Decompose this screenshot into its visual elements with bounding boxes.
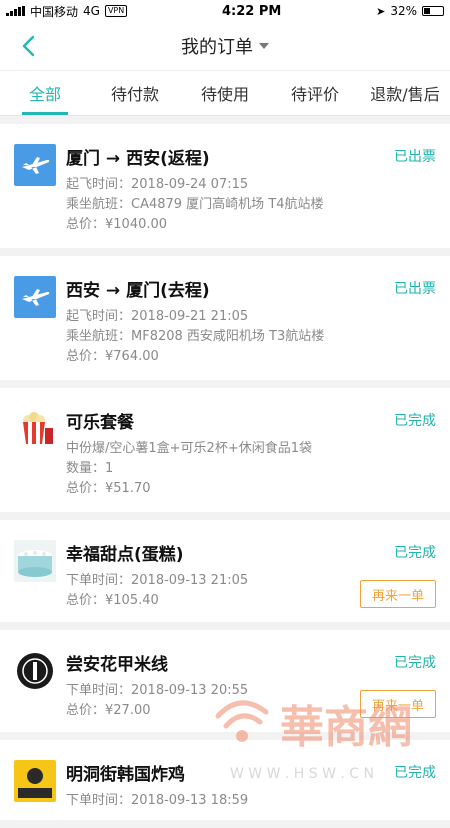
order-status: 已出票 — [394, 149, 436, 165]
tab-pending-payment[interactable]: 待付款 — [90, 71, 180, 115]
order-status: 已完成 — [394, 545, 436, 561]
page-title: 我的订单 — [181, 37, 253, 58]
tab-pending-review[interactable]: 待评价 — [270, 71, 360, 115]
vpn-badge: VPN — [104, 5, 128, 17]
cake-icon — [14, 540, 56, 582]
order-detail-line: 乘坐航班：CA4879 厦门高崎机场 T4航站楼 — [66, 197, 324, 212]
popcorn-icon — [14, 408, 56, 450]
cola-combo-thumbnail — [14, 408, 56, 450]
order-title: 西安 → 厦门(去程) — [66, 281, 210, 301]
signal-icon — [6, 6, 25, 16]
reorder-button[interactable]: 再来一单 — [360, 580, 436, 608]
battery-icon — [421, 6, 444, 16]
noodle-shop-thumbnail — [14, 650, 56, 692]
nav-bar: 我的订单 — [0, 22, 450, 70]
order-title: 幸福甜点(蛋糕) — [66, 545, 184, 565]
order-status: 已完成 — [394, 655, 436, 671]
shop-logo-icon — [14, 760, 56, 802]
location-icon: ➤ — [376, 4, 386, 18]
order-quantity: 数量：1 — [66, 461, 114, 476]
carrier-label: 中国移动 — [30, 4, 79, 19]
status-bar: 中国移动 4G VPN 4:22 PM ➤ 32% — [0, 0, 450, 22]
order-detail-line: 下单时间：2018-09-13 18:59 — [66, 793, 249, 808]
tab-all[interactable]: 全部 — [0, 71, 90, 115]
order-card[interactable]: 厦门 → 西安(返程) 起飞时间：2018-09-24 07:15 乘坐航班：C… — [0, 124, 450, 248]
tab-pending-use[interactable]: 待使用 — [180, 71, 270, 115]
order-detail-line: 乘坐航班：MF8208 西安咸阳机场 T3航站楼 — [66, 329, 325, 344]
airplane-icon — [22, 289, 50, 306]
order-card[interactable]: 幸福甜点(蛋糕) 下单时间：2018-09-13 21:05 总价：¥105.4… — [0, 520, 450, 622]
order-card[interactable]: 尝安花甲米线 下单时间：2018-09-13 20:55 总价：¥27.00 已… — [0, 630, 450, 732]
page-title-dropdown[interactable]: 我的订单 — [181, 33, 269, 59]
order-title: 尝安花甲米线 — [66, 655, 168, 675]
flight-thumbnail — [14, 276, 56, 318]
order-title: 明洞街韩国炸鸡 — [66, 765, 185, 785]
caret-down-icon — [259, 43, 269, 49]
order-card[interactable]: 西安 → 厦门(去程) 起飞时间：2018-09-21 21:05 乘坐航班：M… — [0, 256, 450, 380]
airplane-icon — [22, 157, 50, 174]
back-button[interactable] — [14, 32, 42, 60]
order-total: 总价：¥51.70 — [66, 481, 151, 496]
order-card[interactable]: 明洞街韩国炸鸡 下单时间：2018-09-13 18:59 已完成 — [0, 740, 450, 820]
reorder-button[interactable]: 再来一单 — [360, 690, 436, 718]
order-status: 已出票 — [394, 281, 436, 297]
battery-percent: 32% — [390, 4, 417, 18]
order-title: 厦门 → 西安(返程) — [66, 149, 210, 169]
network-label: 4G — [83, 4, 100, 18]
clock: 4:22 PM — [222, 3, 282, 19]
order-list: 厦门 → 西安(返程) 起飞时间：2018-09-24 07:15 乘坐航班：C… — [0, 124, 450, 828]
chicken-shop-thumbnail — [14, 760, 56, 802]
order-status: 已完成 — [394, 413, 436, 429]
chevron-left-icon — [22, 35, 35, 57]
flight-thumbnail — [14, 144, 56, 186]
order-detail-line: 起飞时间：2018-09-21 21:05 — [66, 309, 249, 324]
order-total: 总价：¥1040.00 — [66, 217, 168, 232]
order-status: 已完成 — [394, 765, 436, 781]
shop-logo-icon — [14, 650, 56, 692]
order-card[interactable]: 可乐套餐 中份爆/空心薯1盒+可乐2杯+休闲食品1袋 数量：1 总价：¥51.7… — [0, 388, 450, 512]
tab-refund[interactable]: 退款/售后 — [360, 71, 450, 115]
order-detail-line: 中份爆/空心薯1盒+可乐2杯+休闲食品1袋 — [66, 441, 312, 456]
order-title: 可乐套餐 — [66, 413, 134, 433]
order-detail-line: 起飞时间：2018-09-24 07:15 — [66, 177, 249, 192]
order-tabs: 全部 待付款 待使用 待评价 退款/售后 — [0, 70, 450, 116]
cake-thumbnail — [14, 540, 56, 582]
order-total: 总价：¥764.00 — [66, 349, 159, 364]
